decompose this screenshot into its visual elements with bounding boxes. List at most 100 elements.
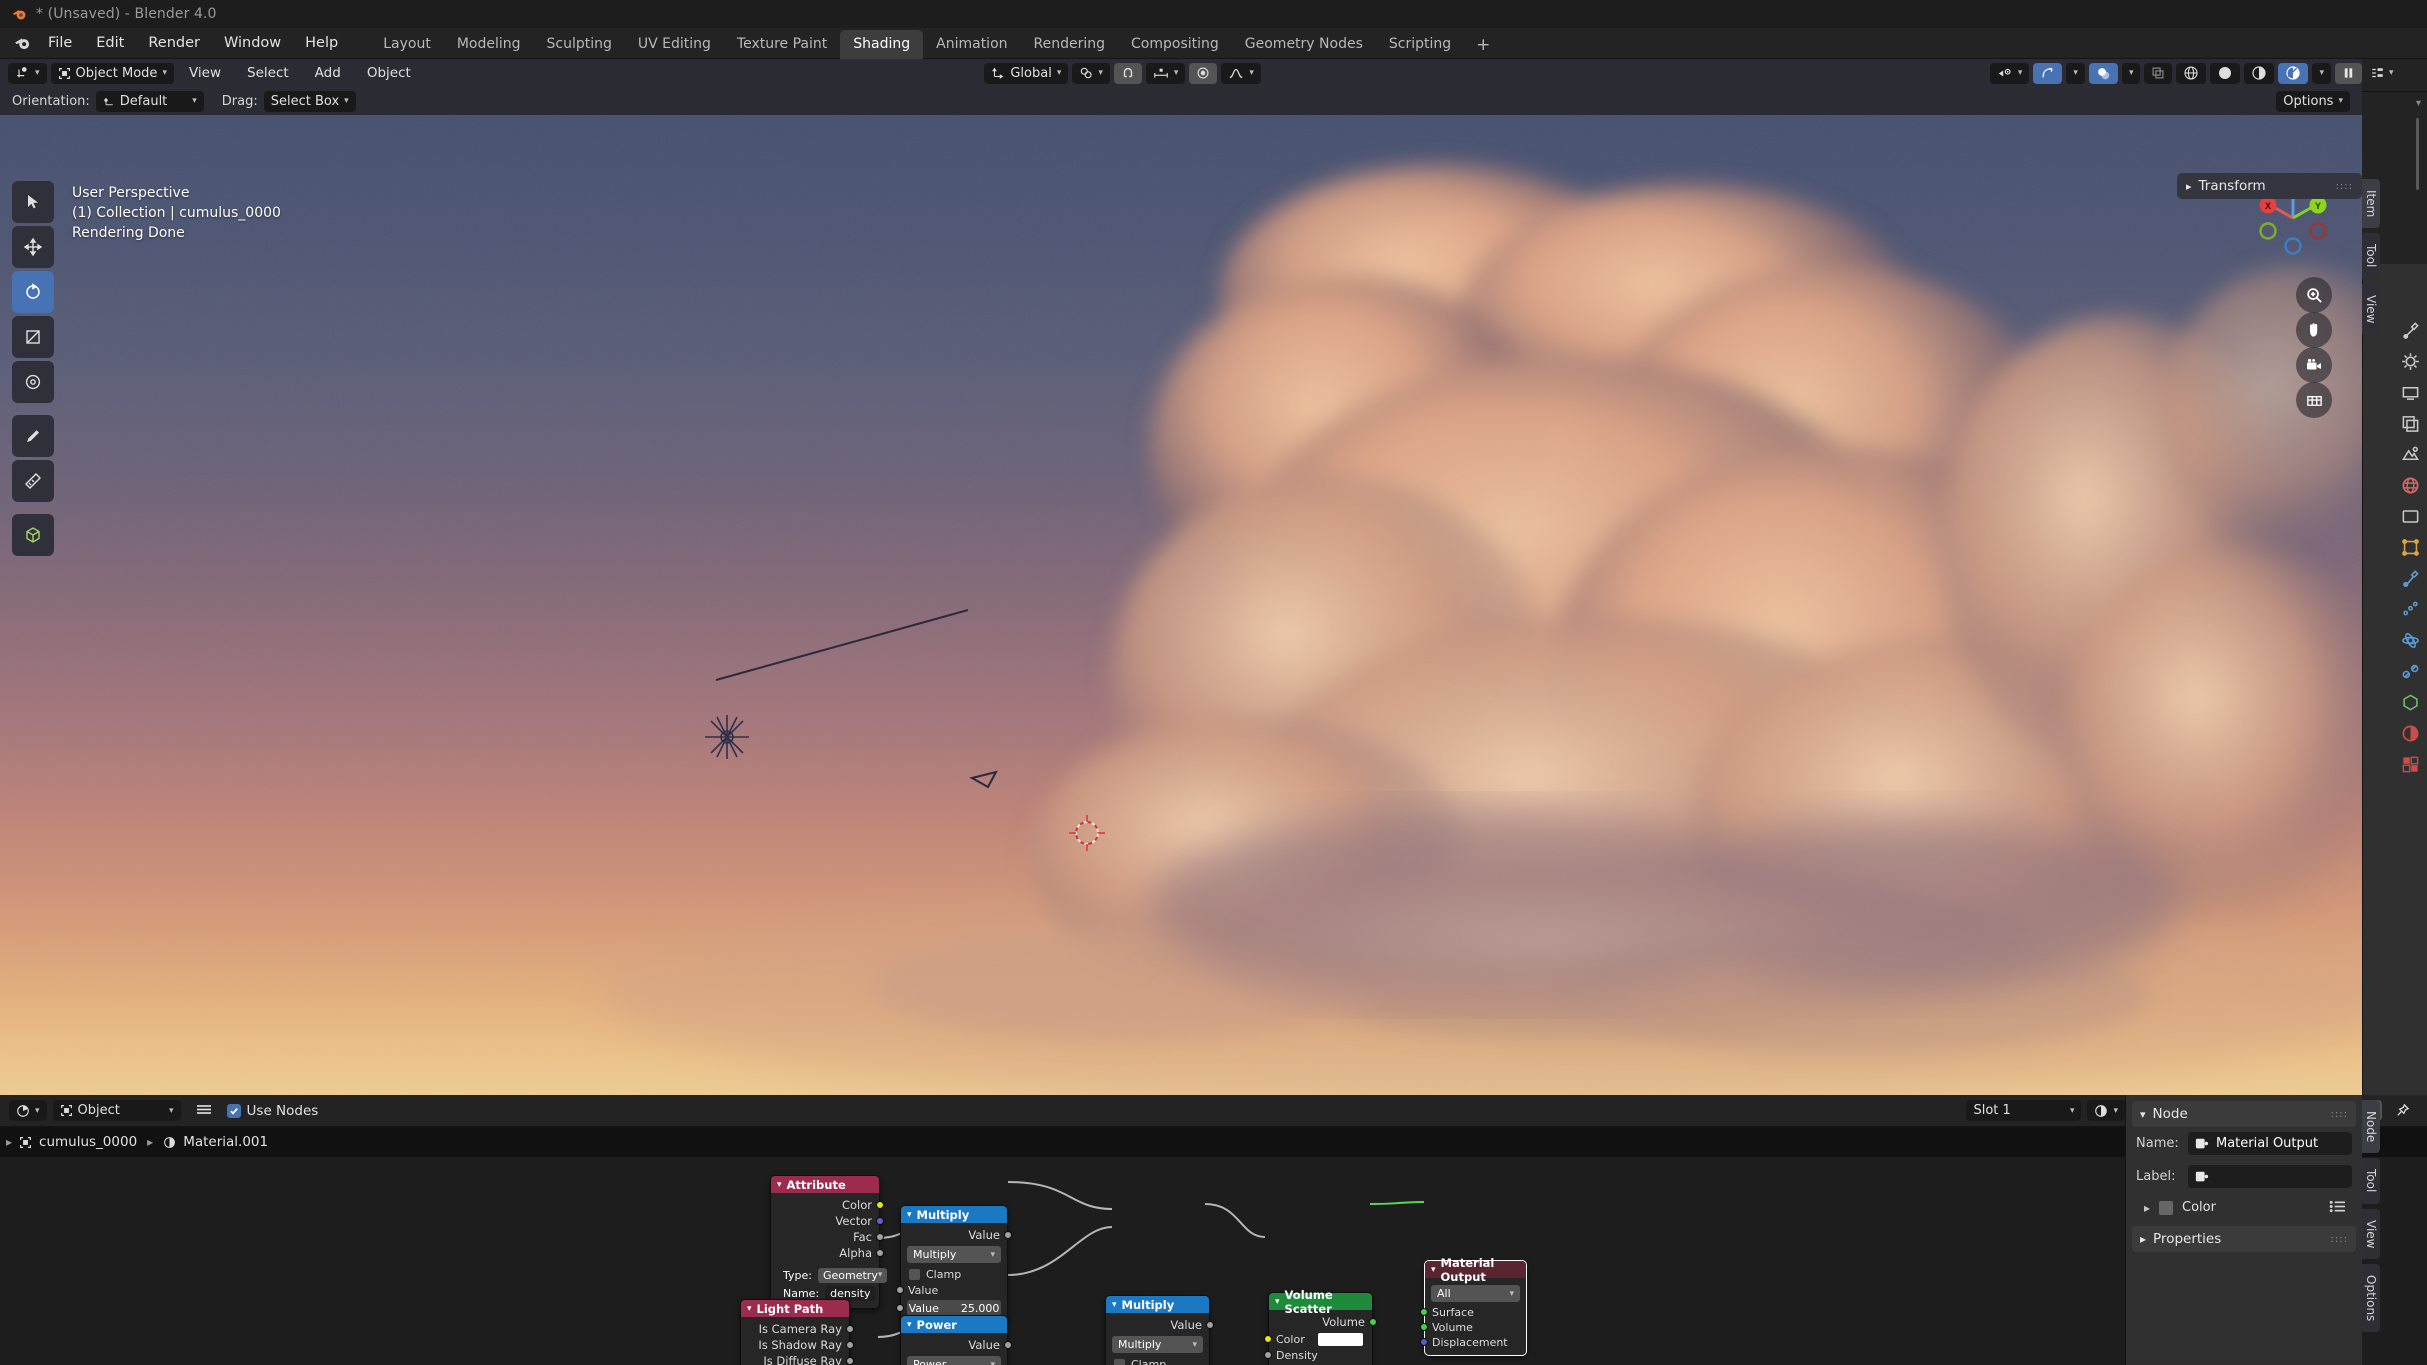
sidebar-tab-tool[interactable]: Tool <box>2362 233 2380 279</box>
object-mode-dropdown[interactable]: Object Mode ▾ <box>50 62 174 84</box>
constraint-properties-icon[interactable] <box>2401 662 2420 681</box>
workspace-tab-rendering[interactable]: Rendering <box>1021 30 1119 59</box>
socket-row-is-diffuse-ray[interactable]: Is Diffuse Ray <box>741 1353 854 1365</box>
node-material-output-displacement-row[interactable]: Displacement <box>1420 1335 1526 1350</box>
socket-value-in-1[interactable] <box>896 1286 904 1294</box>
node-editor-menus-icon[interactable] <box>187 1101 221 1120</box>
socket-row-power-value-out[interactable]: Value <box>901 1337 1012 1353</box>
socket-surface-in[interactable] <box>1420 1308 1428 1316</box>
tool-scale[interactable] <box>12 316 54 358</box>
socket-is-shadow-ray[interactable] <box>846 1341 854 1349</box>
particle-properties-icon[interactable] <box>2401 600 2420 619</box>
node-attribute-header[interactable]: ▾ Attribute <box>771 1176 879 1193</box>
menu-edit[interactable]: Edit <box>84 32 136 54</box>
falloff-curve-dropdown[interactable]: ▾ <box>1221 62 1261 84</box>
world-properties-icon[interactable] <box>2401 476 2420 495</box>
chevron-right-icon[interactable]: ▸ <box>2140 1232 2146 1246</box>
node-color-row[interactable]: ▸ Color <box>2132 1193 2356 1222</box>
shader-type-dropdown[interactable]: Object ▾ <box>52 1100 181 1121</box>
add-workspace-button[interactable]: + <box>1464 33 1502 59</box>
texture-properties-icon[interactable] <box>2401 755 2420 774</box>
node-color-swatch[interactable] <box>2159 1200 2174 1215</box>
node-material-output-header[interactable]: ▾ Material Output <box>1425 1256 1526 1284</box>
collapse-chevron-icon[interactable]: ▾ <box>747 1304 752 1314</box>
render-properties-icon[interactable] <box>2401 352 2420 371</box>
blender-menu-icon[interactable] <box>10 32 36 54</box>
breadcrumb-chevron-icon[interactable]: ▸ <box>6 1135 12 1149</box>
tool-select-box[interactable] <box>12 181 54 223</box>
socket-row-volume-out[interactable]: Volume <box>1269 1314 1377 1330</box>
socket-volume-out[interactable] <box>1369 1318 1377 1326</box>
shading-wireframe-button[interactable] <box>2176 62 2207 84</box>
node-multiply-1-operation-dropdown[interactable]: Multiply ▾ <box>907 1246 1001 1263</box>
transform-orientation-dropdown[interactable]: Global ▾ <box>984 62 1069 84</box>
node-material-output[interactable]: ▾ Material Output All ▾ Surface Volume Di… <box>1420 1256 1527 1356</box>
node-canvas[interactable]: ▾ Attribute Color Vector Fac Alpha Type:… <box>0 1157 2125 1365</box>
visibility-selectability-dropdown[interactable]: ▾ <box>1989 62 2030 84</box>
socket-fac[interactable] <box>876 1233 884 1241</box>
overlays-options-dropdown[interactable]: ▾ <box>2121 62 2141 84</box>
workspace-tab-scripting[interactable]: Scripting <box>1376 30 1464 59</box>
pan-hand-icon[interactable] <box>2296 312 2332 348</box>
socket-row-fac[interactable]: Fac <box>771 1229 884 1245</box>
node-light-path-header[interactable]: ▾ Light Path <box>741 1300 849 1317</box>
breadcrumb-material-label[interactable]: Material.001 <box>183 1134 268 1150</box>
node-sidebar-tab-options[interactable]: Options <box>2362 1264 2380 1333</box>
node-sidebar-tab-tool[interactable]: Tool <box>2362 1158 2380 1204</box>
sidebar-tab-item[interactable]: Item <box>2362 179 2380 229</box>
socket-displacement-in[interactable] <box>1420 1338 1428 1346</box>
workspace-tab-layout[interactable]: Layout <box>370 30 444 59</box>
workspace-tab-animation[interactable]: Animation <box>923 30 1020 59</box>
viewport-menu-add[interactable]: Add <box>304 65 352 81</box>
shading-material-preview-button[interactable] <box>2244 62 2275 84</box>
node-name-field[interactable]: Material Output <box>2188 1132 2352 1155</box>
gizmo-options-dropdown[interactable]: ▾ <box>2066 62 2085 84</box>
node-power[interactable]: ▾ Power Value Power▾ Clamp <box>900 1315 1012 1365</box>
use-nodes-checkbox[interactable]: Use Nodes <box>226 1103 318 1119</box>
node-volume-scatter-color-row[interactable]: Color <box>1264 1330 1372 1348</box>
presets-list-icon[interactable] <box>2329 1198 2346 1217</box>
socket-alpha[interactable] <box>876 1249 884 1257</box>
node-sidebar-tab-node[interactable]: Node <box>2362 1100 2380 1154</box>
workspace-tab-geometry-nodes[interactable]: Geometry Nodes <box>1232 30 1376 59</box>
editor-type-button[interactable]: ▾ <box>8 62 47 84</box>
viewport-menu-object[interactable]: Object <box>356 65 422 81</box>
node-power-header[interactable]: ▾ Power <box>901 1316 1007 1333</box>
object-properties-icon[interactable] <box>2401 538 2420 557</box>
collapse-chevron-icon[interactable]: ▾ <box>1275 1297 1280 1307</box>
node-sidebar-tab-view[interactable]: View <box>2362 1208 2380 1260</box>
workspace-tab-texture-paint[interactable]: Texture Paint <box>724 30 840 59</box>
node-multiply-2-header[interactable]: ▾ Multiply <box>1106 1296 1209 1313</box>
node-attribute-type-dropdown[interactable]: Geometry ▾ <box>817 1267 888 1283</box>
scene-properties-icon[interactable] <box>2401 445 2420 464</box>
breadcrumb-object-label[interactable]: cumulus_0000 <box>39 1134 137 1150</box>
shading-options-dropdown[interactable]: ▾ <box>2312 62 2331 84</box>
shading-rendered-button[interactable] <box>2278 62 2309 84</box>
checkbox-unchecked-icon[interactable] <box>909 1269 920 1280</box>
node-light-path[interactable]: ▾ Light Path Is Camera Ray Is Shadow Ray… <box>740 1299 854 1365</box>
socket-row-multiply2-value-out[interactable]: Value <box>1106 1317 1214 1333</box>
node-volume-scatter-density-row[interactable]: Density <box>1264 1348 1372 1363</box>
pin-icon[interactable] <box>2388 1100 2417 1121</box>
collection-properties-icon[interactable] <box>2401 507 2420 526</box>
node-material-output-surface-row[interactable]: Surface <box>1420 1305 1526 1320</box>
viewport-menu-view[interactable]: View <box>178 65 232 81</box>
workspace-tab-compositing[interactable]: Compositing <box>1118 30 1232 59</box>
socket-row-is-camera-ray[interactable]: Is Camera Ray <box>741 1321 854 1337</box>
node-label-field[interactable] <box>2188 1165 2352 1188</box>
socket-value-out[interactable] <box>1004 1231 1012 1239</box>
proportional-editing-toggle[interactable] <box>1189 62 1218 84</box>
rendered-image[interactable] <box>0 115 2362 1095</box>
socket-power-value-out[interactable] <box>1004 1341 1012 1349</box>
node-power-operation-dropdown[interactable]: Power ▾ <box>907 1356 1001 1365</box>
camera-view-icon[interactable] <box>2296 347 2332 383</box>
show-gizmo-toggle[interactable] <box>2033 62 2063 84</box>
node-editor-type-button[interactable]: ▾ <box>9 1100 47 1121</box>
socket-row-color[interactable]: Color <box>771 1197 884 1213</box>
socket-density-in[interactable] <box>1264 1351 1272 1359</box>
material-slot-dropdown[interactable]: Slot 1 ▾ <box>1966 1100 2082 1121</box>
node-multiply-2-operation-dropdown[interactable]: Multiply ▾ <box>1112 1336 1203 1353</box>
material-properties-icon[interactable] <box>2401 724 2420 743</box>
workspace-tab-uv-editing[interactable]: UV Editing <box>625 30 724 59</box>
collapse-chevron-icon[interactable]: ▾ <box>907 1210 912 1220</box>
